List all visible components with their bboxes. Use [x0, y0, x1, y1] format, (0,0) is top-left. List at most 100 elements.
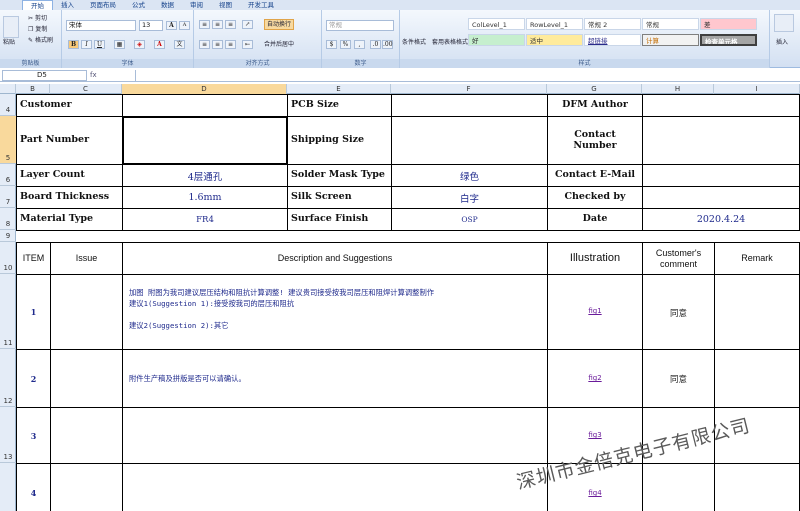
tab-view[interactable]: 视图: [211, 0, 240, 10]
bold-button[interactable]: B: [68, 40, 79, 49]
figure-link[interactable]: fig3: [548, 431, 642, 439]
style-rowlevel[interactable]: RowLevel_1: [526, 18, 583, 30]
customer-value[interactable]: [122, 94, 288, 117]
align-bottom-icon[interactable]: ≡: [225, 20, 236, 29]
font-name-select[interactable]: 宋体: [66, 20, 136, 31]
column-header-h[interactable]: H: [642, 84, 714, 94]
contact-number-value[interactable]: [642, 116, 800, 165]
italic-button[interactable]: I: [81, 40, 92, 49]
style-normal-2[interactable]: 常规 2: [584, 18, 641, 30]
cut-button[interactable]: ✂ 剪切: [28, 14, 47, 23]
issue-cell[interactable]: [50, 407, 123, 464]
board-thickness-value[interactable]: 1.6mm: [122, 186, 288, 209]
row-header[interactable]: 7: [0, 186, 16, 208]
formula-input[interactable]: [135, 70, 795, 81]
surface-finish-value[interactable]: OSP: [391, 208, 548, 231]
name-box[interactable]: D5: [2, 70, 87, 81]
row-header[interactable]: 10: [0, 242, 16, 274]
style-normal[interactable]: 常规: [642, 18, 699, 30]
tab-data[interactable]: 数据: [153, 0, 182, 10]
select-all-corner[interactable]: [0, 84, 16, 94]
row-header[interactable]: 5: [0, 116, 16, 164]
description-cell[interactable]: [122, 463, 548, 511]
function-icon[interactable]: fx: [90, 71, 97, 80]
issue-cell[interactable]: [50, 274, 123, 350]
issue-cell[interactable]: [50, 463, 123, 511]
format-as-table-button[interactable]: 套用表格格式: [432, 38, 468, 47]
increase-decimal-icon[interactable]: .0: [370, 40, 381, 49]
orientation-icon[interactable]: ↗: [242, 20, 253, 29]
row-header[interactable]: 8: [0, 208, 16, 230]
solder-mask-value[interactable]: 绿色: [391, 164, 548, 187]
comment-cell[interactable]: [642, 463, 715, 511]
date-value[interactable]: 2020.4.24: [642, 208, 800, 231]
row-header[interactable]: [0, 463, 16, 511]
align-center-icon[interactable]: ≡: [212, 40, 223, 49]
shipping-size-value[interactable]: [391, 116, 548, 165]
font-color-icon[interactable]: A: [154, 40, 165, 49]
style-neutral[interactable]: 适中: [526, 34, 583, 46]
insert-cells-icon[interactable]: [774, 14, 794, 32]
row-header[interactable]: 13: [0, 407, 16, 463]
tab-review[interactable]: 审阅: [182, 0, 211, 10]
insert-cells-button[interactable]: 插入: [776, 38, 788, 47]
underline-button[interactable]: U: [94, 40, 105, 49]
comment-cell[interactable]: 同意: [642, 349, 715, 408]
number-format-select[interactable]: 常规: [326, 20, 394, 31]
part-number-value[interactable]: [122, 116, 288, 165]
merge-center-button[interactable]: 合并后居中: [264, 40, 294, 49]
currency-icon[interactable]: $: [326, 40, 337, 49]
column-header-i[interactable]: I: [714, 84, 800, 94]
paste-button[interactable]: 粘贴: [3, 38, 15, 47]
style-calculation[interactable]: 计算: [642, 34, 699, 46]
align-left-icon[interactable]: ≡: [199, 40, 210, 49]
row-header[interactable]: 9: [0, 230, 16, 242]
row-header[interactable]: 12: [0, 349, 16, 407]
silk-screen-value[interactable]: 白字: [391, 186, 548, 209]
contact-email-value[interactable]: [642, 164, 800, 187]
row-header[interactable]: 11: [0, 274, 16, 349]
phonetic-icon[interactable]: 文: [174, 40, 185, 49]
figure-link[interactable]: fig1: [548, 307, 642, 315]
tab-home[interactable]: 开始: [22, 0, 53, 10]
comment-cell[interactable]: 同意: [642, 274, 715, 350]
border-icon[interactable]: ▦: [114, 40, 125, 49]
style-bad[interactable]: 差: [700, 18, 757, 30]
style-hyperlink[interactable]: 超链接: [584, 34, 641, 46]
figure-link[interactable]: fig2: [548, 374, 642, 382]
dfm-author-value[interactable]: [642, 94, 800, 117]
row-header[interactable]: 4: [0, 94, 16, 116]
column-header-f[interactable]: F: [391, 84, 547, 94]
column-header-e[interactable]: E: [287, 84, 391, 94]
wrap-text-button[interactable]: 自动换行: [264, 19, 295, 30]
tab-formulas[interactable]: 公式: [124, 0, 153, 10]
layer-count-value[interactable]: 4层通孔: [122, 164, 288, 187]
style-collevel[interactable]: ColLevel_1: [468, 18, 525, 30]
column-header-g[interactable]: G: [547, 84, 642, 94]
tab-developer[interactable]: 开发工具: [240, 0, 282, 10]
tab-insert[interactable]: 插入: [53, 0, 82, 10]
column-header-d[interactable]: D: [122, 84, 287, 94]
copy-button[interactable]: ❐ 复制: [28, 25, 47, 34]
fill-color-icon[interactable]: ◈: [134, 40, 145, 49]
description-cell[interactable]: 加图 附图为我司建议层压结构和阻抗计算调整! 建议贵司接受按我司层压和阻焊计算调…: [122, 274, 548, 350]
remark-cell[interactable]: [714, 349, 800, 408]
material-type-value[interactable]: FR4: [122, 208, 288, 231]
font-size-select[interactable]: 13: [139, 20, 163, 31]
tab-page-layout[interactable]: 页面布局: [82, 0, 124, 10]
format-painter-button[interactable]: ✎ 格式刷: [28, 36, 53, 45]
issue-cell[interactable]: [50, 349, 123, 408]
column-header-c[interactable]: C: [50, 84, 122, 94]
align-top-icon[interactable]: ≡: [199, 20, 210, 29]
percent-button[interactable]: %: [340, 40, 351, 49]
style-good[interactable]: 好: [468, 34, 525, 46]
align-right-icon[interactable]: ≡: [225, 40, 236, 49]
remark-cell[interactable]: [714, 274, 800, 350]
description-cell[interactable]: [122, 407, 548, 464]
row-header[interactable]: 6: [0, 164, 16, 186]
grow-font-button[interactable]: A: [166, 21, 177, 30]
align-middle-icon[interactable]: ≡: [212, 20, 223, 29]
remark-cell[interactable]: [714, 463, 800, 511]
description-cell[interactable]: 附件生产稿及拼版是否可以请确认。: [122, 349, 548, 408]
style-check-cell[interactable]: 检查单元格: [700, 34, 757, 46]
